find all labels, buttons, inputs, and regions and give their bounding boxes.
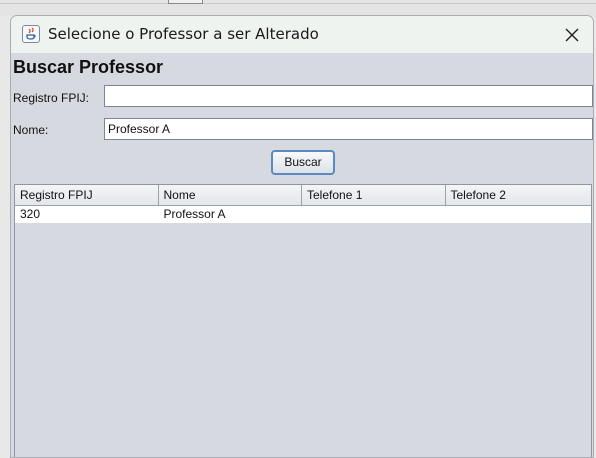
cell-registro: 320 (20, 207, 41, 221)
cell-telefone-1 (302, 206, 446, 223)
cell-nome: Professor A (163, 207, 226, 221)
registro-label: Registro FPIJ: (13, 91, 90, 105)
results-table: Registro FPIJ Nome Telefone 1 Telefone 2… (14, 184, 592, 457)
search-button[interactable]: Buscar (271, 150, 335, 175)
cell-telefone-2 (446, 206, 592, 223)
column-header-telefone-1[interactable]: Telefone 1 (302, 185, 446, 205)
title-bar[interactable]: Selecione o Professor a ser Alterado (11, 16, 593, 53)
table-row[interactable]: 320 Professor A (15, 206, 591, 223)
table-header: Registro FPIJ Nome Telefone 1 Telefone 2 (15, 185, 591, 206)
column-header-registro[interactable]: Registro FPIJ (15, 185, 159, 205)
registro-input[interactable] (104, 85, 593, 107)
background-divider (0, 3, 596, 4)
form-heading: Buscar Professor (13, 57, 164, 77)
background-tab (168, 0, 203, 4)
close-icon (565, 28, 579, 42)
nome-input[interactable]: Professor A (104, 118, 593, 140)
nome-label: Nome: (13, 123, 49, 137)
close-button[interactable] (561, 24, 583, 46)
dialog-window: Selecione o Professor a ser Alterado Bus… (10, 15, 594, 458)
column-header-nome[interactable]: Nome (159, 185, 302, 205)
java-app-icon (22, 25, 40, 43)
window-title: Selecione o Professor a ser Alterado (48, 25, 319, 43)
column-header-telefone-2[interactable]: Telefone 2 (446, 185, 591, 205)
